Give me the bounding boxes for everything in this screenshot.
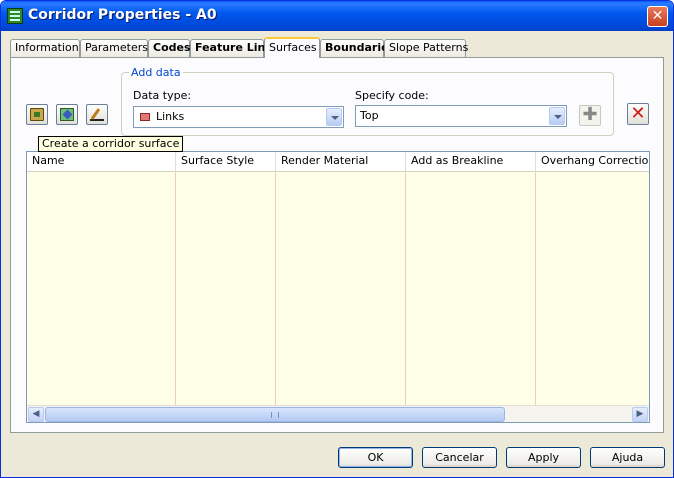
scroll-left-button[interactable]: ◀	[28, 407, 44, 422]
chevron-down-icon[interactable]	[549, 107, 565, 125]
surface-boundary-button[interactable]	[56, 104, 78, 125]
column-divider	[175, 172, 176, 406]
column-divider	[535, 172, 536, 406]
tab-surfaces[interactable]: Surfaces	[264, 37, 320, 58]
surface-boundary-icon	[60, 108, 74, 121]
scroll-right-button[interactable]: ▶	[632, 407, 648, 422]
help-button[interactable]: Ajuda	[590, 447, 665, 468]
close-button[interactable]: ✕	[647, 6, 668, 27]
title-bar[interactable]: Corridor Properties - A0 ✕	[1, 1, 673, 31]
column-header-overhang-correction[interactable]: Overhang Correction	[536, 152, 649, 172]
pencil-icon	[90, 108, 104, 121]
add-data-legend: Add data	[129, 66, 183, 79]
tab-codes[interactable]: Codes	[148, 39, 191, 57]
specify-code-select[interactable]: Top	[355, 105, 567, 127]
create-surface-button[interactable]	[26, 104, 48, 125]
chevron-down-icon[interactable]	[326, 108, 342, 126]
corridor-app-icon	[7, 8, 23, 24]
tab-feature-lines[interactable]: Feature Lines	[190, 39, 279, 57]
horizontal-scrollbar[interactable]: ◀ ▶	[27, 405, 649, 422]
specify-code-value: Top	[360, 109, 379, 122]
column-header-name[interactable]: Name	[27, 152, 176, 172]
data-type-label: Data type:	[133, 89, 192, 102]
window-title: Corridor Properties - A0	[28, 7, 217, 23]
grid-body[interactable]	[27, 172, 649, 406]
add-data-button[interactable]: ✚	[579, 105, 601, 126]
scrollbar-thumb[interactable]	[45, 407, 505, 422]
tab-slope-patterns[interactable]: Slope Patterns	[384, 39, 468, 57]
tab-parameters[interactable]: Parameters	[80, 39, 148, 57]
surfaces-grid[interactable]: Name Surface Style Render Material Add a…	[26, 151, 650, 423]
tooltip: Create a corridor surface	[38, 136, 184, 152]
apply-button[interactable]: Apply	[506, 447, 581, 468]
column-header-render-material[interactable]: Render Material	[276, 152, 406, 172]
grid-header: Name Surface Style Render Material Add a…	[27, 152, 649, 172]
links-icon	[140, 113, 150, 121]
corridor-surface-icon	[30, 108, 44, 121]
specify-code-label: Specify code:	[355, 89, 429, 102]
dialog-window: Corridor Properties - A0 ✕ Information P…	[0, 0, 674, 478]
column-divider	[275, 172, 276, 406]
delete-button[interactable]: ✕	[627, 103, 649, 125]
cancel-button[interactable]: Cancelar	[422, 447, 497, 468]
edit-surface-button[interactable]	[86, 104, 108, 125]
column-divider	[405, 172, 406, 406]
tab-information[interactable]: Information	[10, 39, 80, 57]
tab-boundaries[interactable]: Boundaries	[320, 39, 395, 57]
data-type-value: Links	[156, 110, 185, 123]
column-header-add-as-breakline[interactable]: Add as Breakline	[406, 152, 536, 172]
data-type-select[interactable]: Links	[133, 106, 344, 128]
column-header-surface-style[interactable]: Surface Style	[176, 152, 276, 172]
ok-button[interactable]: OK	[338, 447, 413, 468]
